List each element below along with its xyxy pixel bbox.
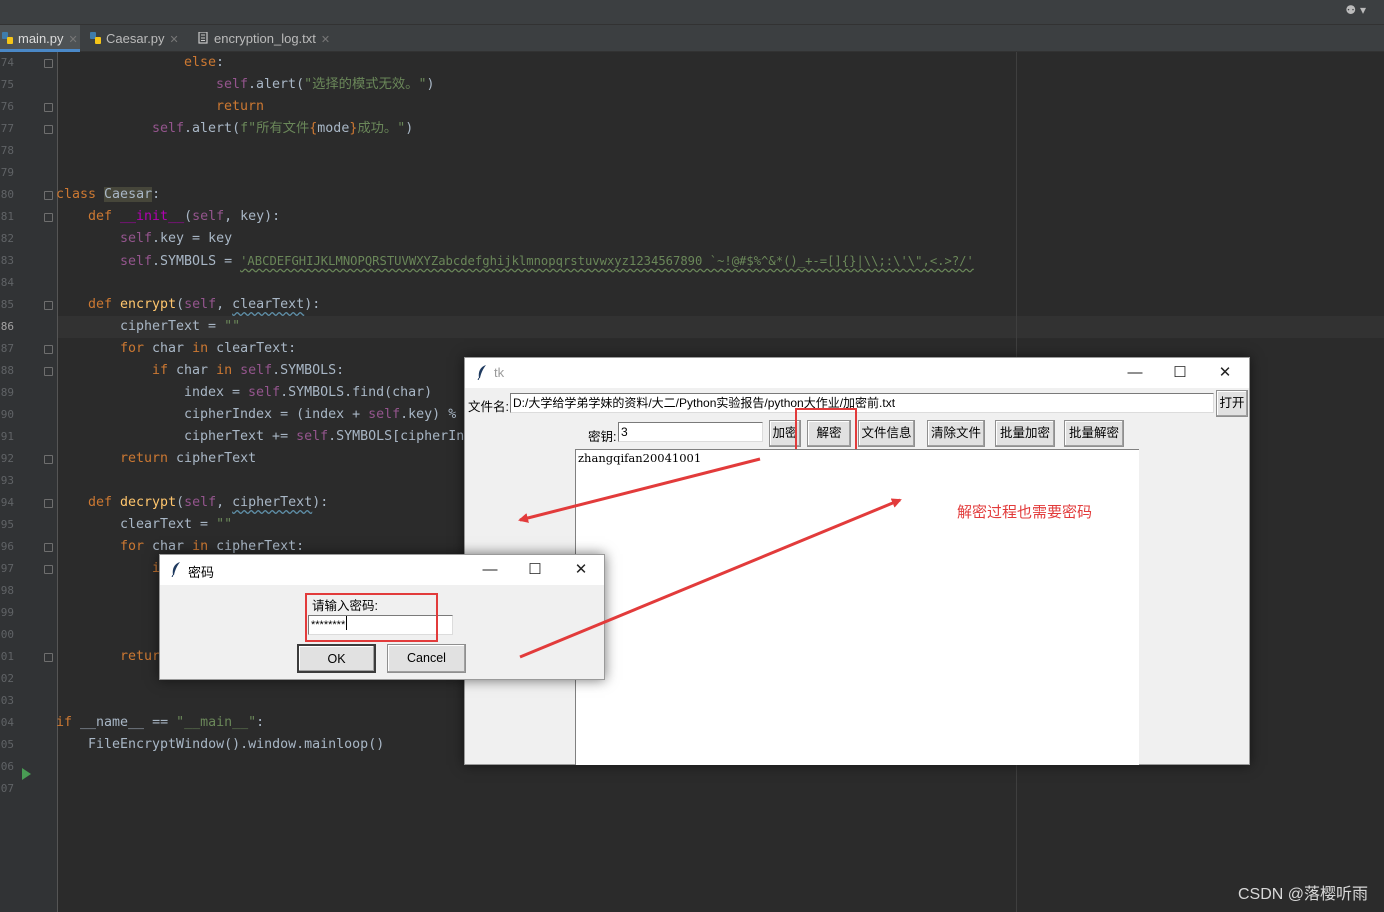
annotation-label: 解密过程也需要密码: [957, 504, 1093, 521]
annotation-arrows: [518, 457, 902, 659]
watermark: CSDN @落樱听雨: [1237, 886, 1368, 903]
arrow-to-code: [518, 457, 761, 523]
arrow-to-dialog: [519, 498, 902, 659]
